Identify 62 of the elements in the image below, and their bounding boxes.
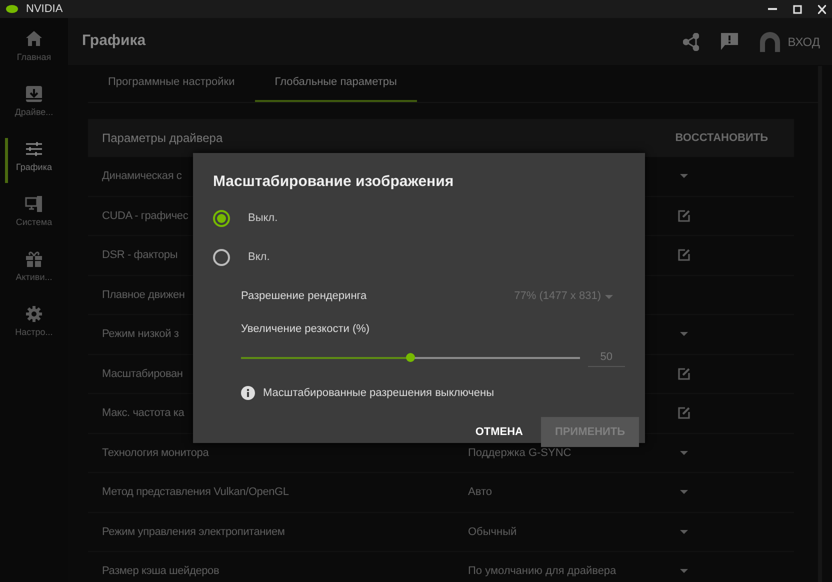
sidebar-item[interactable]: Активи...: [0, 246, 68, 301]
computer-icon: [25, 195, 43, 213]
option-label[interactable]: Выкл.: [248, 210, 278, 226]
sidebar-item[interactable]: Главная: [0, 26, 68, 81]
restore-button[interactable]: ВОССТАНОВИТЬ: [675, 130, 768, 146]
edit-icon[interactable]: [678, 368, 690, 380]
setting-value[interactable]: Авто: [468, 484, 678, 500]
login-button[interactable]: ВХОД: [788, 32, 820, 50]
radio-button[interactable]: [213, 248, 230, 266]
option-label[interactable]: Вкл.: [248, 248, 270, 266]
setting-label: Технология монитора: [102, 446, 209, 458]
avatar-icon[interactable]: [760, 32, 780, 52]
setting-label: Динамическая с: [102, 170, 182, 182]
share-icon[interactable]: [682, 32, 699, 50]
logo-icon: [6, 5, 18, 13]
caret-icon[interactable]: [680, 530, 688, 534]
setting-label: Масштабирован: [102, 368, 183, 380]
sidebar-item[interactable]: Настро...: [0, 301, 68, 356]
sidebar-item[interactable]: Драйве...: [0, 81, 68, 136]
edit-icon[interactable]: [678, 210, 690, 222]
info-icon: [241, 386, 255, 400]
home-icon: [25, 30, 43, 48]
sliders-icon: [25, 140, 43, 158]
setting-label: Режим низкой з: [102, 328, 179, 340]
gift-icon: [25, 250, 43, 268]
feedback-icon[interactable]: [720, 33, 738, 50]
radio-button[interactable]: [213, 210, 230, 226]
setting-label: Размер кэша шейдеров: [102, 565, 220, 577]
edit-icon[interactable]: [678, 407, 690, 420]
setting-label: Метод представления Vulkan/OpenGL: [102, 486, 289, 498]
maximize-icon[interactable]: [793, 4, 802, 14]
window-title: NVIDIA: [26, 2, 63, 17]
setting-label: Макс. частота ка: [102, 407, 184, 419]
tab[interactable]: Глобальные параметры: [254, 65, 417, 102]
close-icon[interactable]: [818, 4, 826, 14]
caret-icon[interactable]: [680, 174, 688, 178]
cancel-button[interactable]: ОТМЕНА: [457, 417, 541, 447]
sidebar-item[interactable]: Система: [0, 191, 68, 246]
info-text: Масштабированные разрешения выключены: [263, 386, 494, 400]
field-label: Увеличение резкости (%): [241, 322, 371, 336]
dialog-title: Масштабирование изображения: [213, 172, 455, 192]
edit-icon[interactable]: [678, 249, 690, 262]
setting-label: DSR - факторы: [102, 249, 178, 261]
setting-value[interactable]: По умолчанию для драйвера: [468, 563, 678, 580]
caret-icon[interactable]: [680, 450, 688, 455]
page-title: Графика: [82, 31, 146, 52]
section-title: Параметры драйвера: [102, 130, 223, 147]
caret-icon[interactable]: [680, 332, 688, 336]
caret-icon[interactable]: [680, 490, 688, 494]
field-label: Разрешение рендеринга: [241, 289, 367, 304]
setting-label: Плавное движен: [102, 288, 185, 300]
caret-icon[interactable]: [680, 569, 688, 574]
tab[interactable]: Программные настройки: [88, 65, 255, 102]
settings-icon: [25, 305, 43, 323]
setting-label: Режим управления электропитанием: [102, 526, 285, 538]
setting-value[interactable]: Обычный: [468, 524, 678, 540]
download-icon: [25, 85, 43, 103]
value-field[interactable]: 50: [588, 349, 625, 366]
setting-label: CUDA - графичес: [102, 210, 188, 222]
setting-value[interactable]: Поддержка G-SYNC: [468, 444, 678, 461]
caret-icon: [605, 294, 613, 298]
sidebar-item[interactable]: Графика: [0, 136, 68, 191]
